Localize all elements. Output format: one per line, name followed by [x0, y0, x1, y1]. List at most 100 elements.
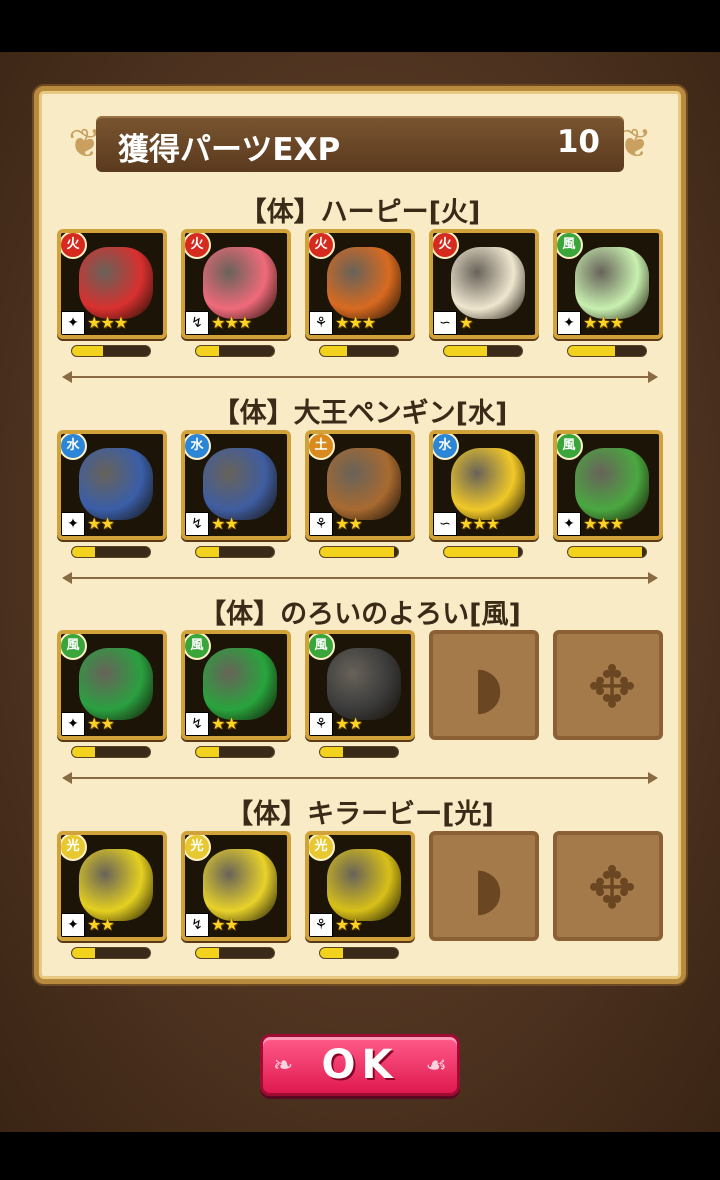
exp-bar-fill: [568, 547, 643, 557]
part-art-icon: [327, 448, 401, 520]
wing-placeholder-icon: ✥: [587, 854, 637, 922]
part-art-icon: [575, 448, 649, 520]
fire-element-icon: 火: [61, 233, 87, 259]
exp-bar: [195, 546, 275, 558]
part-art-icon: [203, 648, 277, 720]
water-element-icon: 水: [185, 434, 211, 460]
empty-part-slot: ◗: [429, 831, 539, 941]
fire-element-icon: 火: [309, 233, 335, 259]
section-divider: [62, 772, 658, 784]
part-slot[interactable]: 土 ⚘ ★★: [305, 430, 415, 558]
part-card: 風 ↯ ★★: [181, 630, 291, 740]
part-slot[interactable]: 風 ⚘ ★★: [305, 630, 415, 758]
tail-type-icon: ∽: [433, 512, 457, 536]
leg-type-icon: ⚘: [309, 311, 333, 335]
part-slot[interactable]: 風 ✦ ★★★: [553, 229, 663, 357]
part-slot[interactable]: 光 ↯ ★★: [181, 831, 291, 959]
part-slot[interactable]: 火 ⚘ ★★★: [305, 229, 415, 357]
earth-element-icon: 土: [309, 434, 335, 460]
exp-title: 獲得パーツEXP: [118, 132, 341, 168]
exp-bar-fill: [72, 948, 96, 958]
empty-part-slot: ✥: [553, 630, 663, 740]
part-slot[interactable]: 水 ∽ ★★★: [429, 430, 539, 558]
rarity-stars: ★★: [87, 915, 115, 934]
exp-bar: [567, 345, 647, 357]
part-slot[interactable]: 光 ✦ ★★: [57, 831, 167, 959]
exp-bar: [71, 546, 151, 558]
part-card: 土 ⚘ ★★: [305, 430, 415, 540]
rarity-stars: ★★★: [583, 313, 624, 332]
part-card: 風 ✦ ★★★: [553, 229, 663, 339]
rarity-stars: ★★: [211, 714, 239, 733]
part-art-icon: [575, 247, 649, 319]
empty-part-slot: ◗: [429, 630, 539, 740]
rarity-stars: ★★: [335, 714, 363, 733]
fire-element-icon: 火: [433, 233, 459, 259]
group-label: 【体】大王ペンギン[水]: [212, 398, 508, 429]
exp-bar-fill: [320, 547, 395, 557]
exp-bar: [71, 746, 151, 758]
part-card: 風 ✦ ★★★: [553, 430, 663, 540]
light-element-icon: 光: [185, 835, 211, 861]
part-card: 水 ↯ ★★: [181, 430, 291, 540]
part-slot[interactable]: 火 ✦ ★★★: [57, 229, 167, 357]
exp-bar-fill: [196, 948, 220, 958]
rarity-stars: ★★: [211, 514, 239, 533]
part-card: 火 ⚘ ★★★: [305, 229, 415, 339]
part-art-icon: [451, 448, 525, 520]
wood-element-icon: 風: [61, 634, 87, 660]
exp-bar-fill: [568, 346, 615, 356]
part-slot[interactable]: 光 ⚘ ★★: [305, 831, 415, 959]
arm-type-icon: ↯: [185, 712, 209, 736]
rarity-stars: ★★★: [87, 313, 128, 332]
part-card: 水 ∽ ★★★: [429, 430, 539, 540]
part-art-icon: [451, 247, 525, 319]
empty-slot-frame: ◗: [429, 630, 539, 740]
exp-bar-fill: [72, 346, 104, 356]
wing-placeholder-icon: ✥: [587, 653, 637, 721]
exp-bar-fill: [444, 547, 519, 557]
water-element-icon: 水: [61, 434, 87, 460]
part-slot[interactable]: 水 ✦ ★★: [57, 430, 167, 558]
tail-type-icon: ∽: [433, 311, 457, 335]
exp-bar: [195, 947, 275, 959]
group-label: 【体】キラービー[光]: [226, 799, 494, 830]
part-slot[interactable]: 風 ✦ ★★: [57, 630, 167, 758]
wing-type-icon: ✦: [557, 512, 581, 536]
part-art-icon: [203, 247, 277, 319]
part-art-icon: [79, 849, 153, 921]
exp-bar-fill: [196, 547, 220, 557]
leg-type-icon: ⚘: [309, 913, 333, 937]
empty-slot-frame: ✥: [553, 630, 663, 740]
part-slot[interactable]: 火 ↯ ★★★: [181, 229, 291, 357]
exp-bar-fill: [196, 747, 220, 757]
exp-bar: [319, 746, 399, 758]
light-element-icon: 光: [309, 835, 335, 861]
part-slot[interactable]: 火 ∽ ★: [429, 229, 539, 357]
wood-element-icon: 風: [557, 233, 583, 259]
rarity-stars: ★★: [87, 514, 115, 533]
water-element-icon: 水: [433, 434, 459, 460]
part-slot[interactable]: 水 ↯ ★★: [181, 430, 291, 558]
exp-bar: [71, 345, 151, 357]
rarity-stars: ★★★: [335, 313, 376, 332]
exp-bar-fill: [320, 948, 344, 958]
exp-bar: [195, 746, 275, 758]
leg-type-icon: ⚘: [309, 712, 333, 736]
wing-type-icon: ✦: [61, 913, 85, 937]
wood-element-icon: 風: [185, 634, 211, 660]
exp-bar-fill: [320, 747, 344, 757]
rarity-stars: ★★: [211, 915, 239, 934]
rarity-stars: ★★: [87, 714, 115, 733]
part-card: 火 ∽ ★: [429, 229, 539, 339]
exp-bar-fill: [72, 747, 96, 757]
rarity-stars: ★★: [335, 915, 363, 934]
part-slot[interactable]: 風 ↯ ★★: [181, 630, 291, 758]
part-art-icon: [327, 247, 401, 319]
ok-button[interactable]: ❧ OK ☙: [260, 1034, 460, 1096]
section-divider: [62, 572, 658, 584]
part-slot[interactable]: 風 ✦ ★★★: [553, 430, 663, 558]
exp-bar-fill: [320, 346, 348, 356]
exp-bar: [319, 345, 399, 357]
exp-value: 10: [556, 124, 600, 160]
